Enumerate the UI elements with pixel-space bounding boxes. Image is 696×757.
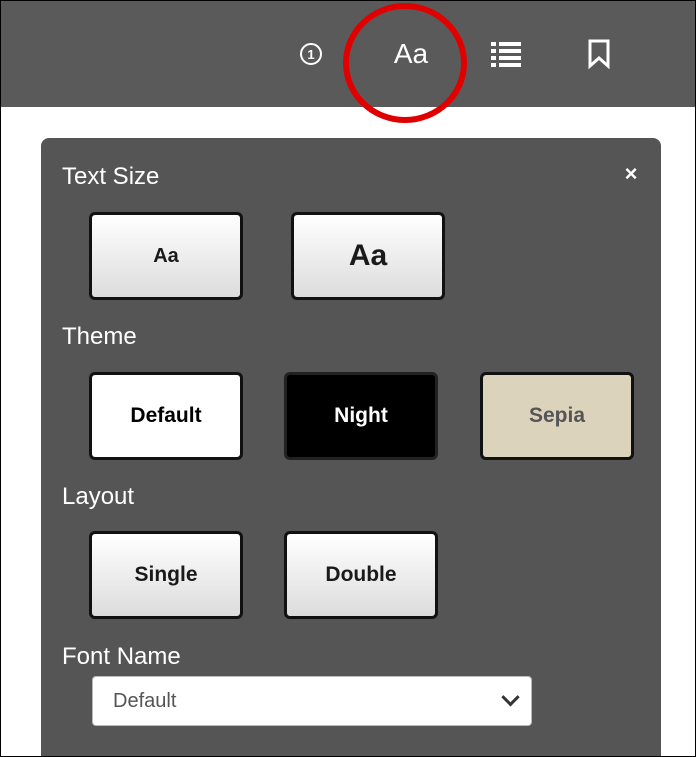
font-name-label: Font Name xyxy=(62,643,181,670)
info-icon: 1 xyxy=(300,43,322,65)
close-panel-button[interactable]: × xyxy=(619,162,643,186)
layout-double-label: Double xyxy=(325,563,397,586)
bookmark-icon xyxy=(588,39,610,69)
text-size-small-label: Aa xyxy=(153,244,179,267)
bookmark-button[interactable] xyxy=(579,1,619,107)
table-of-contents-button[interactable] xyxy=(486,1,526,107)
layout-double-button[interactable]: Double xyxy=(284,531,438,619)
text-size-large-label: Aa xyxy=(348,239,388,272)
table-of-contents-icon xyxy=(491,42,521,67)
theme-label: Theme xyxy=(62,323,137,350)
font-name-select[interactable]: Default xyxy=(92,676,532,726)
theme-default-button[interactable]: Default xyxy=(89,372,243,460)
reader-window: 1 Aa Text Size × Aa Aa Theme Default Nig… xyxy=(0,0,696,757)
text-size-large-button[interactable]: Aa xyxy=(291,212,445,300)
text-size-label: Text Size xyxy=(62,163,160,190)
info-icon-glyph: 1 xyxy=(307,46,315,62)
layout-single-button[interactable]: Single xyxy=(89,531,243,619)
theme-night-button[interactable]: Night xyxy=(284,372,438,460)
text-settings-panel: Text Size × Aa Aa Theme Default Night Se… xyxy=(41,138,661,756)
theme-sepia-button[interactable]: Sepia xyxy=(480,372,634,460)
reader-toolbar: 1 Aa xyxy=(1,1,695,123)
close-icon: × xyxy=(624,161,638,186)
layout-single-label: Single xyxy=(134,563,198,586)
info-button[interactable]: 1 xyxy=(291,1,331,107)
layout-label: Layout xyxy=(62,483,135,510)
text-size-icon: Aa xyxy=(393,38,429,69)
theme-sepia-label: Sepia xyxy=(528,404,586,427)
font-name-selected-value: Default xyxy=(113,689,177,712)
theme-default-label: Default xyxy=(130,404,202,427)
text-size-small-button[interactable]: Aa xyxy=(89,212,243,300)
chevron-down-icon xyxy=(501,687,520,706)
text-settings-button[interactable]: Aa xyxy=(376,1,446,107)
theme-night-label: Night xyxy=(334,404,388,427)
